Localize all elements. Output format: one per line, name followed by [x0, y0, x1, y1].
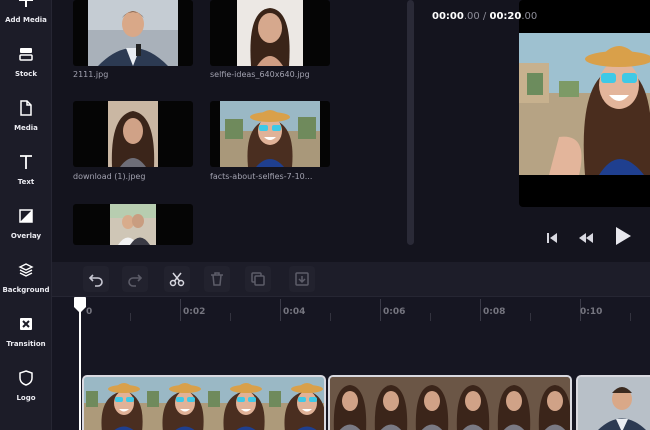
timeline-clip[interactable] [82, 375, 326, 430]
playhead-line [79, 304, 81, 430]
timeline-clip[interactable] [576, 375, 650, 430]
current-time: 00:00 [432, 11, 464, 22]
text-icon [0, 154, 52, 176]
sidebar-item-label: Transition [6, 340, 46, 348]
ruler-tick [230, 313, 231, 321]
media-caption: selfie-ideas_640x640.jpg [210, 70, 310, 79]
sidebar-item-background[interactable]: Background [0, 262, 52, 310]
overlay-icon [0, 208, 52, 230]
undo-icon [88, 274, 103, 287]
file-icon [0, 100, 52, 122]
timeline-toolbar [52, 262, 650, 296]
sidebar-item-label: Background [2, 286, 50, 294]
sidebar-item-stock[interactable]: Stock [0, 46, 52, 94]
media-caption: facts-about-selfies-7-10... [210, 172, 313, 181]
media-thumbnail[interactable] [210, 101, 330, 167]
video-preview [519, 0, 650, 207]
ruler-tick [480, 299, 481, 321]
total-time-fraction: .00 [521, 11, 538, 22]
thumbnail-image [237, 0, 303, 66]
ruler-label: 0:10 [580, 307, 603, 317]
ruler-tick [380, 299, 381, 321]
preview-image [519, 33, 650, 175]
detach-icon [295, 272, 309, 286]
ruler-tick [280, 299, 281, 321]
thumbnail-image [108, 101, 158, 167]
clip-filmstrip [84, 377, 324, 430]
ruler-label: 0:06 [383, 307, 406, 317]
duplicate-icon [251, 272, 265, 286]
ruler-tick [130, 313, 131, 321]
sidebar: Add Media Stock Media Text Overlay Backg… [0, 0, 52, 430]
play-icon[interactable] [614, 226, 632, 246]
redo-button[interactable] [122, 266, 148, 292]
split-button[interactable] [164, 266, 190, 292]
delete-button[interactable] [204, 266, 230, 292]
undo-button[interactable] [83, 266, 109, 292]
ruler-label: 0:02 [183, 307, 206, 317]
sidebar-item-overlay[interactable]: Overlay [0, 208, 52, 256]
clip-filmstrip [330, 377, 570, 430]
layers-icon [0, 262, 52, 284]
timecode: 00:00.00 / 00:20.00 [432, 11, 537, 22]
duplicate-button[interactable] [245, 266, 271, 292]
media-thumbnail[interactable] [73, 101, 193, 167]
ruler-tick [530, 313, 531, 321]
trash-icon [211, 272, 223, 286]
detach-button[interactable] [289, 266, 315, 292]
clip-filmstrip [578, 377, 650, 430]
sidebar-item-logo[interactable]: Logo [0, 370, 52, 418]
transition-icon [0, 316, 52, 338]
playhead-handle[interactable] [73, 296, 87, 314]
timeline-ruler[interactable]: 0 0:02 0:04 0:06 0:08 0:10 [52, 296, 650, 324]
media-thumbnail[interactable] [210, 0, 330, 66]
sidebar-item-label: Logo [16, 394, 36, 402]
media-caption: 2111.jpg [73, 70, 109, 79]
media-thumbnail[interactable] [73, 0, 193, 66]
current-time-fraction: .00 [463, 11, 480, 22]
media-thumbnail[interactable] [73, 204, 193, 245]
sidebar-item-label: Overlay [10, 232, 42, 240]
sidebar-item-media[interactable]: Media [0, 100, 52, 148]
sidebar-item-label: Media [14, 124, 38, 132]
ruler-label: 0:04 [283, 307, 306, 317]
media-caption: download (1).jpeg [73, 172, 146, 181]
thumbnail-image [220, 101, 320, 167]
sidebar-item-add-media[interactable]: Add Media [0, 0, 52, 40]
sidebar-item-transition[interactable]: Transition [0, 316, 52, 364]
ruler-tick [630, 313, 631, 321]
plus-icon [0, 0, 52, 14]
sidebar-item-label: Stock [14, 70, 37, 78]
sidebar-item-label: Add Media [5, 16, 47, 24]
ruler-tick [330, 313, 331, 321]
sidebar-item-label: Text [17, 178, 35, 186]
skip-back-icon[interactable] [546, 230, 558, 244]
timeline-clip[interactable] [328, 375, 572, 430]
sidebar-item-text[interactable]: Text [0, 154, 52, 202]
shield-icon [0, 370, 52, 392]
rewind-icon[interactable] [578, 230, 594, 244]
media-scrollbar[interactable] [407, 0, 414, 245]
thumbnail-image [88, 0, 178, 66]
ruler-tick [430, 313, 431, 321]
thumbnail-image [110, 204, 156, 245]
ruler-tick [180, 299, 181, 321]
stock-icon [0, 46, 52, 68]
total-time: 00:20 [489, 11, 522, 22]
ruler-label: 0:08 [483, 307, 506, 317]
scissors-icon [169, 272, 185, 287]
redo-icon [128, 274, 143, 287]
